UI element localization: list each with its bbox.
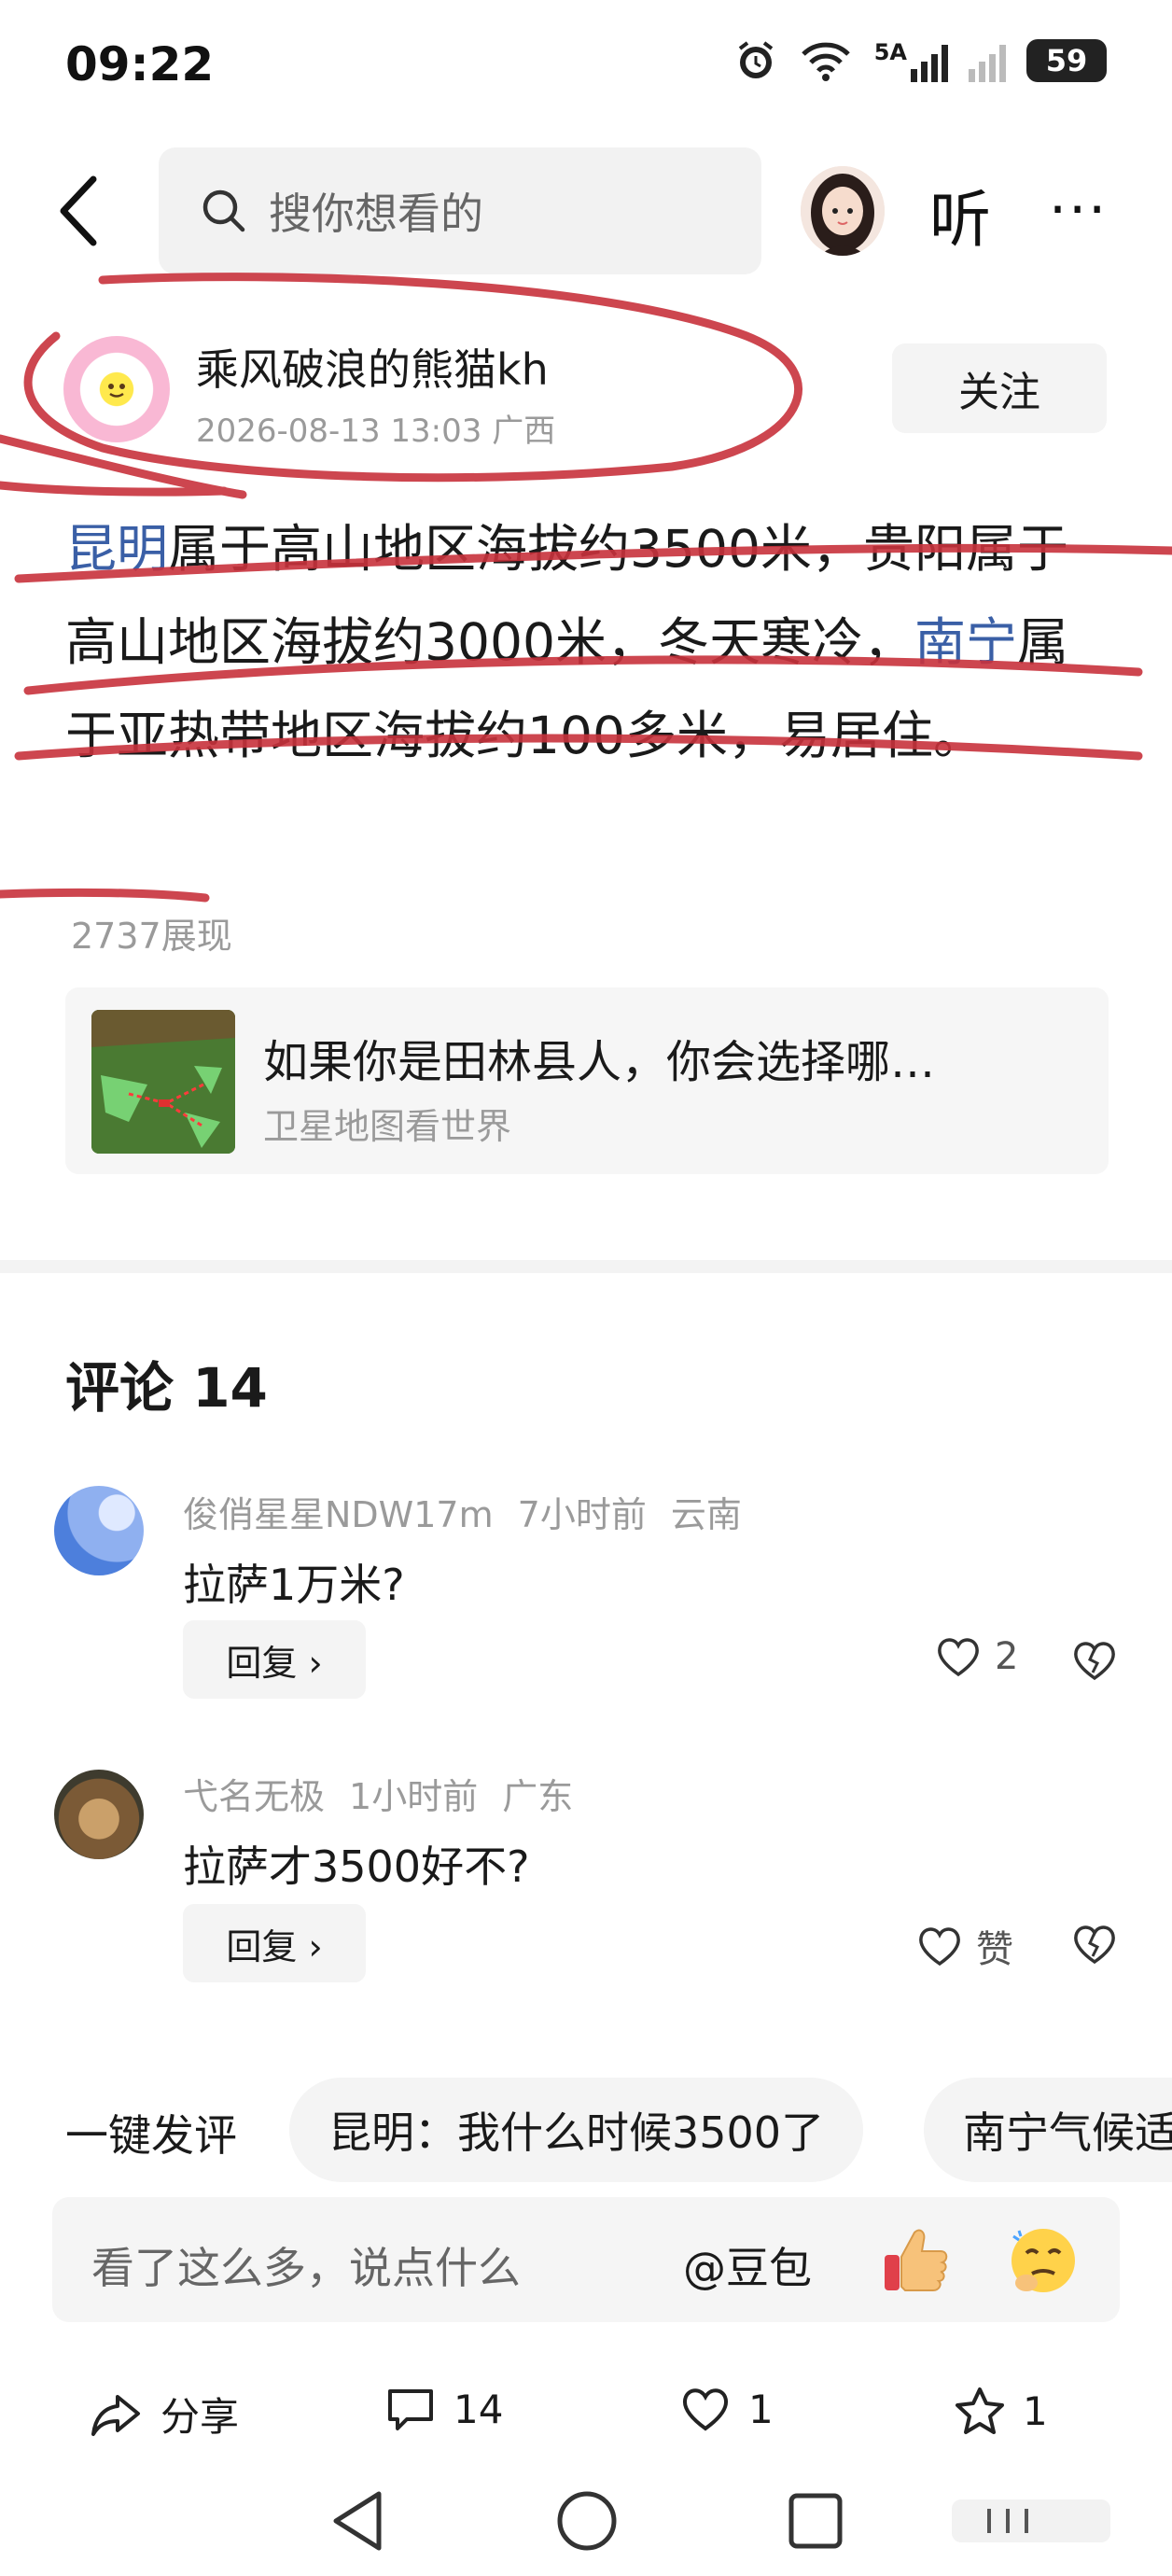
reply-button[interactable]: 回复 ›: [183, 1904, 366, 1982]
share-label: 分享: [160, 2394, 240, 2440]
comment-time: 1小时前: [349, 1776, 479, 1817]
comment-like-label: 赞: [976, 1928, 1013, 1971]
reply-button[interactable]: 回复 ›: [183, 1620, 366, 1699]
map-thumbnail: [91, 1010, 235, 1154]
thumbs-up-emoji-icon[interactable]: [879, 2223, 952, 2296]
heart-icon: [683, 2388, 728, 2431]
heart-icon: [919, 1927, 960, 1967]
nav-home-icon[interactable]: [554, 2488, 620, 2554]
comment-like-button[interactable]: 2: [935, 1635, 1018, 1678]
favorite-button[interactable]: 1: [954, 2386, 1048, 2436]
comment-meta: 俊俏星星NDW17m 7小时前 云南: [183, 1486, 742, 1537]
card-source: 卫星地图看世界: [263, 1106, 512, 1147]
likes-count: 1: [748, 2386, 774, 2432]
nav-recents-icon[interactable]: [786, 2488, 845, 2554]
satellite-map-image: [91, 1010, 235, 1154]
comment-user[interactable]: 俊俏星星NDW17m: [183, 1486, 494, 1537]
floating-toolbar-icon[interactable]: [952, 2498, 1110, 2544]
favorites-count: 1: [1023, 2387, 1048, 2434]
comments-count: 14: [453, 2386, 504, 2432]
share-button[interactable]: 分享: [90, 2386, 239, 2443]
comment-text: 拉萨才3500好不?: [183, 1841, 530, 1892]
comment-like-count: 2: [995, 1635, 1019, 1678]
heart-icon: [938, 1638, 979, 1677]
comment-bubble-icon: [388, 2389, 433, 2430]
card-title: 如果你是田林县人，你会选择哪…: [263, 1036, 936, 1088]
star-icon: [956, 2387, 1004, 2434]
comment-user[interactable]: 弋名无极: [183, 1768, 325, 1819]
comment-region: 广东: [502, 1776, 574, 1817]
dislike-heart-icon[interactable]: [1071, 1923, 1118, 1966]
quick-comment-label: 一键发评: [65, 2110, 237, 2161]
comment-avatar[interactable]: [54, 1770, 144, 1859]
section-divider: [0, 1260, 1172, 1273]
comment-input[interactable]: 看了这么多，说点什么 @豆包: [52, 2197, 1120, 2322]
comment-region: 云南: [670, 1494, 742, 1535]
comment-avatar[interactable]: [54, 1486, 144, 1575]
comments-heading: 评论 14: [65, 1356, 268, 1420]
like-button[interactable]: 1: [679, 2386, 774, 2432]
quick-comment-chip[interactable]: 昆明：我什么时候3500了: [289, 2078, 864, 2182]
comment-time: 7小时前: [517, 1494, 647, 1535]
mention-doubao-button[interactable]: @豆包: [683, 2234, 812, 2296]
share-icon: [91, 2394, 140, 2436]
comment-like-button[interactable]: 赞: [916, 1919, 1013, 1973]
comment-input-placeholder: 看了这么多，说点什么: [91, 2243, 521, 2293]
thinking-emoji-icon[interactable]: [1006, 2223, 1081, 2298]
red-annotation-marks: [0, 273, 1172, 903]
comments-button[interactable]: 14: [384, 2386, 503, 2432]
nav-back-icon[interactable]: [328, 2488, 388, 2554]
comment-text: 拉萨1万米?: [183, 1560, 405, 1610]
linked-article-card[interactable]: 如果你是田林县人，你会选择哪… 卫星地图看世界: [65, 987, 1109, 1174]
comment-meta: 弋名无极 1小时前 广东: [183, 1768, 573, 1819]
quick-comment-chip[interactable]: 南宁气候适: [924, 2078, 1172, 2182]
dislike-heart-icon[interactable]: [1071, 1639, 1118, 1682]
